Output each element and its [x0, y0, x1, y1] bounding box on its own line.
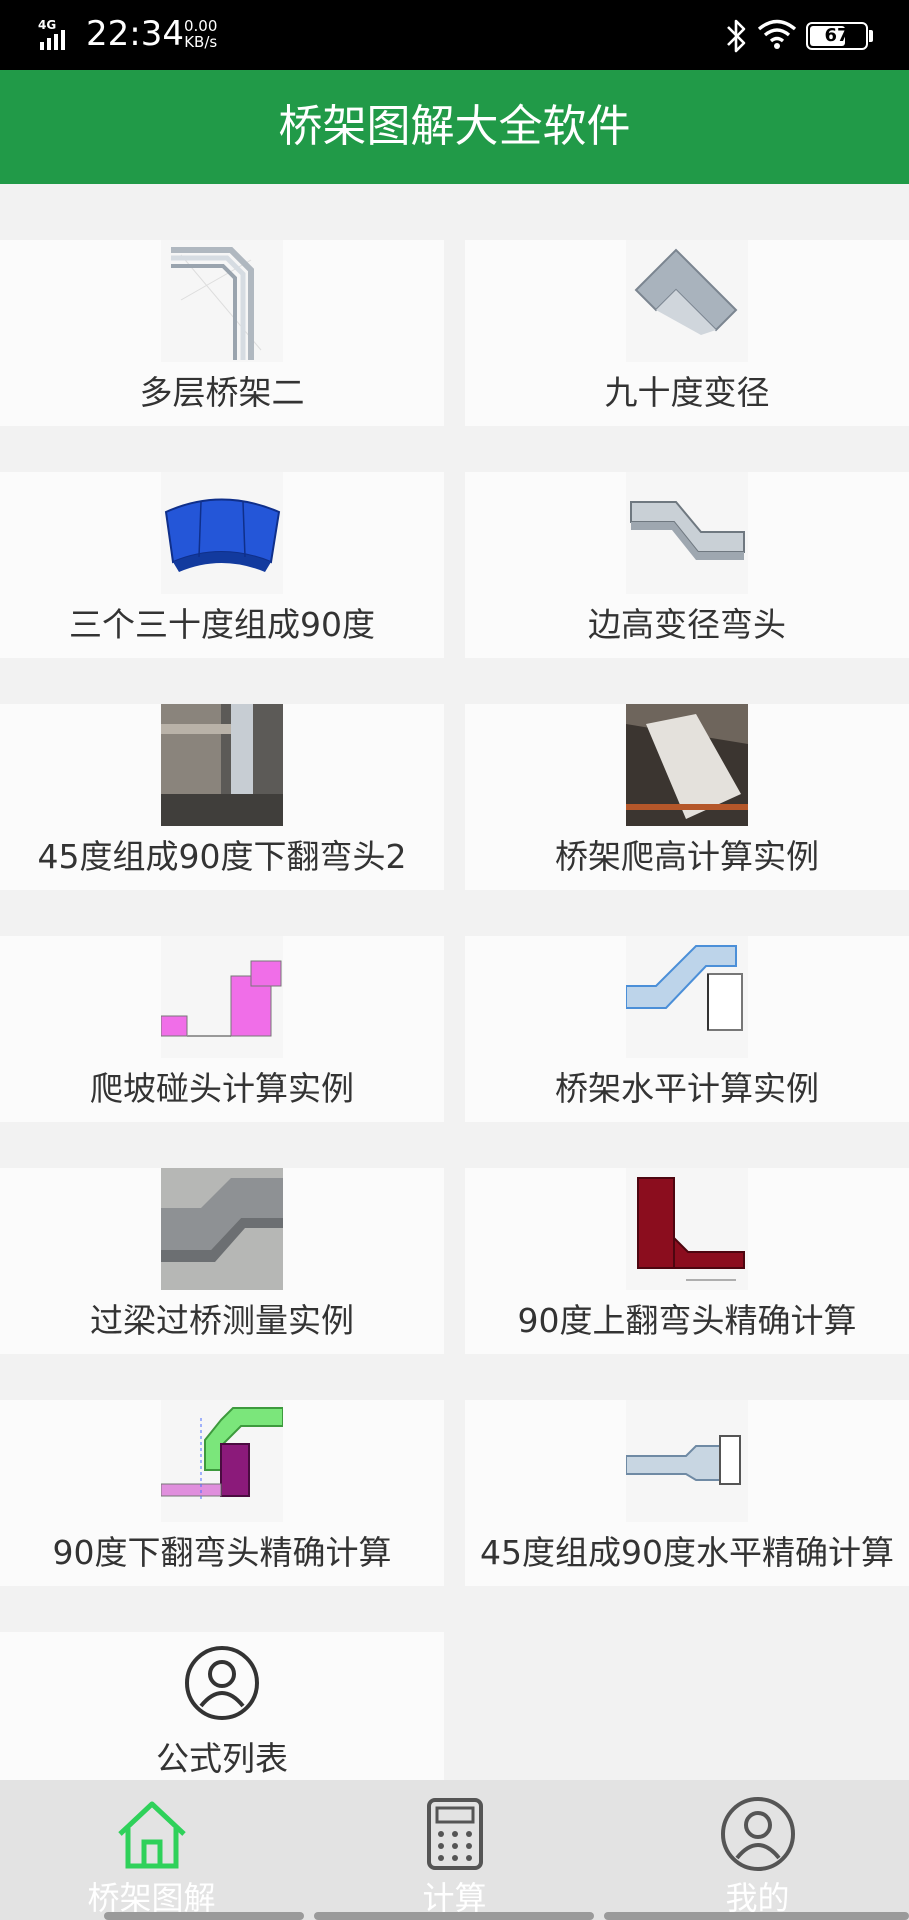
grid-item-label: 三个三十度组成90度: [69, 605, 375, 644]
slope-joint-diagram-icon: [161, 936, 283, 1058]
up-bend-diagram-icon: [626, 1168, 748, 1290]
ninety-degree-reducer-icon: [626, 240, 748, 362]
svg-text:4G: 4G: [38, 18, 56, 32]
photo-beam-crossing-icon: [161, 1168, 283, 1290]
grid-item-tray-climb[interactable]: 桥架爬高计算实例: [465, 704, 909, 890]
grid-item-three-thirty-degree-bend[interactable]: 三个三十度组成90度: [0, 472, 444, 658]
grid-item-label: 九十度变径: [604, 373, 770, 412]
tab-calculate[interactable]: 计算: [303, 1780, 606, 1920]
speed-value: 0.00: [184, 17, 218, 35]
bottom-tab-bar: 桥架图解 计算 我的: [0, 1780, 909, 1920]
tab-mine[interactable]: 我的: [606, 1780, 909, 1920]
grid-item-up-bend[interactable]: 90度上翻弯头精确计算: [465, 1168, 909, 1354]
battery-tip: [869, 30, 873, 42]
grid-item-side-height-reducer-elbow[interactable]: 边高变径弯头: [465, 472, 909, 658]
home-icon: [117, 1801, 186, 1869]
grid-item-label: 90度上翻弯头精确计算: [517, 1301, 857, 1340]
grid-item-beam-crossing[interactable]: 过梁过桥测量实例: [0, 1168, 444, 1354]
user-icon: [720, 1797, 795, 1871]
bluetooth-icon: [727, 19, 746, 53]
grid-item-label: 过梁过桥测量实例: [90, 1301, 354, 1340]
grid-item-down-bend[interactable]: 90度下翻弯头精确计算: [0, 1400, 444, 1586]
side-height-reducer-elbow-icon: [626, 472, 748, 594]
down-bend-diagram-icon: [161, 1400, 283, 1522]
horizontal-45-diagram-icon: [626, 1400, 748, 1522]
grid-item-label: 90度下翻弯头精确计算: [52, 1533, 392, 1572]
horizontal-tray-diagram-icon: [626, 936, 748, 1058]
grid-item-ninety-degree-reducer[interactable]: 九十度变径: [465, 240, 909, 426]
three-thirty-degree-bend-icon: [161, 472, 283, 594]
photo-tray-climb-icon: [626, 704, 748, 826]
app-header: 桥架图解大全软件: [0, 70, 909, 184]
battery-level: 67: [824, 25, 850, 46]
cellular-signal-icon: 4G: [38, 18, 65, 50]
grid-item-label: 桥架水平计算实例: [555, 1069, 819, 1108]
grid-item-label: 多层桥架二: [139, 373, 305, 412]
grid-item-label: 边高变径弯头: [588, 605, 786, 644]
grid-item-horizontal-tray[interactable]: 桥架水平计算实例: [465, 936, 909, 1122]
grid-item-45-degree-down-bend-2[interactable]: 45度组成90度下翻弯头2: [0, 704, 444, 890]
grid-item-label: 桥架爬高计算实例: [555, 837, 819, 876]
speed-unit: KB/s: [184, 33, 218, 51]
tab-indicator: [104, 1912, 304, 1920]
network-speed: 0.00 KB/s: [184, 18, 217, 50]
multi-layer-tray-icon: [161, 240, 283, 362]
grid-item-horizontal-45[interactable]: 45度组成90度水平精确计算: [465, 1400, 909, 1586]
photo-45-degree-down-bend-icon: [161, 704, 283, 826]
grid-item-formula-list[interactable]: 公式列表: [0, 1632, 444, 1780]
wifi-icon: [757, 19, 797, 49]
tab-indicator: [314, 1912, 594, 1920]
tab-diagrams[interactable]: 桥架图解: [0, 1780, 303, 1920]
grid-item-slope-joint[interactable]: 爬坡碰头计算实例: [0, 936, 444, 1122]
clock: 22:34: [86, 14, 184, 54]
grid-item-label: 爬坡碰头计算实例: [90, 1069, 354, 1108]
calculator-icon: [426, 1798, 483, 1870]
page-title: 桥架图解大全软件: [278, 101, 631, 152]
tab-indicator: [604, 1912, 909, 1920]
status-bar: 4G 22:34 0.00 KB/s 67: [0, 0, 909, 70]
grid-item-label: 45度组成90度下翻弯头2: [37, 837, 407, 876]
user-circle-icon: [181, 1642, 263, 1724]
grid-item-label: 45度组成90度水平精确计算: [480, 1533, 894, 1572]
grid-item-multi-layer-tray[interactable]: 多层桥架二: [0, 240, 444, 426]
battery-icon: 67: [806, 22, 868, 50]
